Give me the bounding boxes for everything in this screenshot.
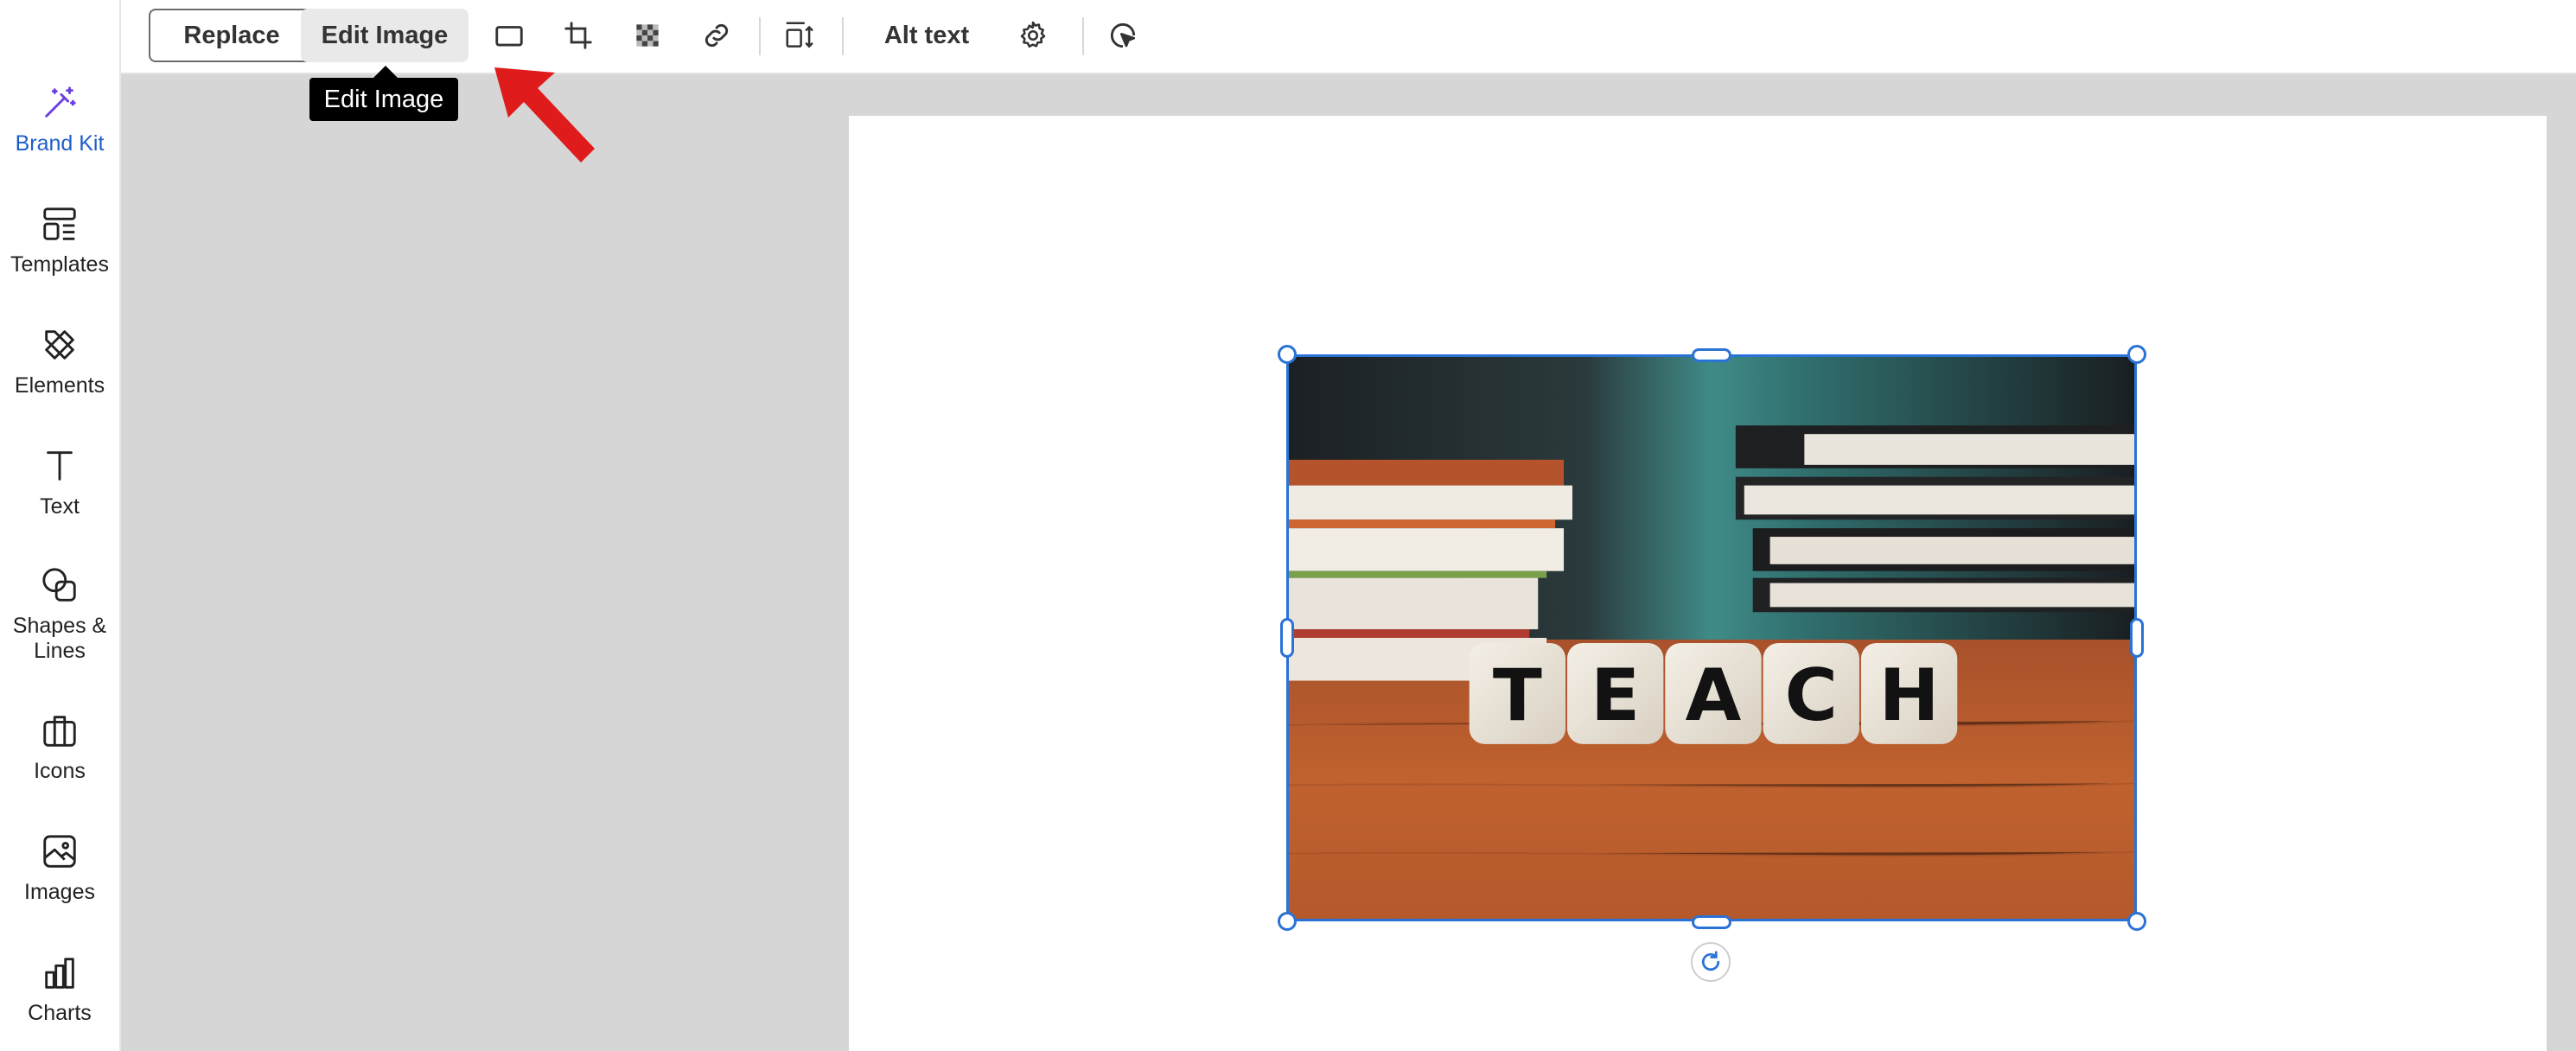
text-icon	[47, 451, 73, 481]
die-letter: A	[1686, 653, 1742, 737]
rotate-icon	[1701, 951, 1720, 971]
sidebar-item-templates[interactable]: Templates	[0, 204, 119, 277]
edit-image-tooltip: Edit Image	[309, 78, 458, 121]
resize-handle-top-left[interactable]	[1278, 345, 1297, 364]
border-button[interactable]	[489, 16, 529, 55]
resize-handle-top[interactable]	[1692, 348, 1731, 362]
sidebar-item-label: Templates	[10, 252, 109, 277]
templates-icon	[43, 207, 76, 240]
shapes-icon	[42, 568, 76, 602]
resize-handle-left[interactable]	[1280, 618, 1294, 658]
toolbar-divider	[842, 17, 844, 55]
crop-button[interactable]	[558, 16, 598, 55]
toolbar-divider	[759, 17, 761, 55]
magic-wand-icon	[45, 86, 76, 118]
sidebar-item-label: Charts	[28, 1001, 92, 1025]
resize-handle-bottom[interactable]	[1692, 915, 1731, 929]
sidebar-item-label: Images	[24, 880, 95, 904]
edit-image-button[interactable]: Edit Image	[301, 9, 469, 62]
resize-handle-right[interactable]	[2130, 618, 2144, 658]
sidebar-item-elements[interactable]: Elements	[0, 325, 119, 398]
sidebar-item-shapes-lines[interactable]: Shapes & Lines	[0, 565, 119, 664]
selected-image[interactable]: T E A C H	[1286, 354, 2137, 921]
sidebar-item-label: Brand Kit	[15, 131, 105, 156]
sidebar-item-icons[interactable]: Icons	[0, 710, 119, 784]
sidebar-item-label: Text	[40, 494, 80, 519]
die-letter: T	[1493, 653, 1542, 737]
sidebar-item-images[interactable]: Images	[0, 831, 119, 905]
border-icon	[495, 26, 523, 47]
resize-handle-bottom-left[interactable]	[1278, 912, 1297, 931]
teach-dice-photo: T E A C H	[1289, 357, 2134, 919]
sidebar-item-label: Shapes & Lines	[12, 614, 107, 663]
red-annotation-arrow-icon	[494, 67, 595, 162]
rotate-handle[interactable]	[1691, 942, 1731, 982]
settings-icon	[1020, 21, 1046, 48]
image-icon	[43, 835, 76, 868]
transparency-icon	[636, 24, 659, 47]
link-icon	[705, 23, 729, 48]
sidebar-item-label: Icons	[34, 759, 86, 783]
sidebar-item-label: Elements	[14, 373, 105, 398]
resize-handle-top-right[interactable]	[2127, 345, 2146, 364]
die-letter: E	[1591, 653, 1640, 737]
interaction-button[interactable]	[1103, 16, 1143, 55]
transparency-button[interactable]	[628, 16, 667, 55]
alt-text-button[interactable]: Alt text	[866, 9, 987, 62]
die-letter: C	[1785, 653, 1838, 737]
tooltip-arrow	[373, 66, 398, 78]
resize-handle-bottom-right[interactable]	[2127, 912, 2146, 931]
bar-chart-icon	[45, 958, 74, 989]
link-button[interactable]	[697, 16, 736, 55]
sidebar-item-text[interactable]: Text	[0, 446, 119, 519]
replace-button[interactable]: Replace	[149, 9, 315, 62]
crop-icon	[564, 22, 592, 49]
settings-button[interactable]	[1013, 16, 1053, 55]
left-sidebar: Brand Kit Templates Elements Text Shapes…	[0, 0, 121, 1051]
sidebar-item-charts[interactable]: Charts	[0, 952, 119, 1026]
toolbar-divider	[1082, 17, 1084, 55]
elements-icon	[45, 330, 74, 360]
align-size-icon	[786, 22, 813, 48]
die-letter: H	[1879, 653, 1940, 737]
interaction-icon	[1110, 22, 1136, 48]
align-size-button[interactable]	[780, 16, 819, 55]
sidebar-item-brand-kit[interactable]: Brand Kit	[0, 83, 119, 156]
briefcase-icon	[43, 716, 76, 747]
